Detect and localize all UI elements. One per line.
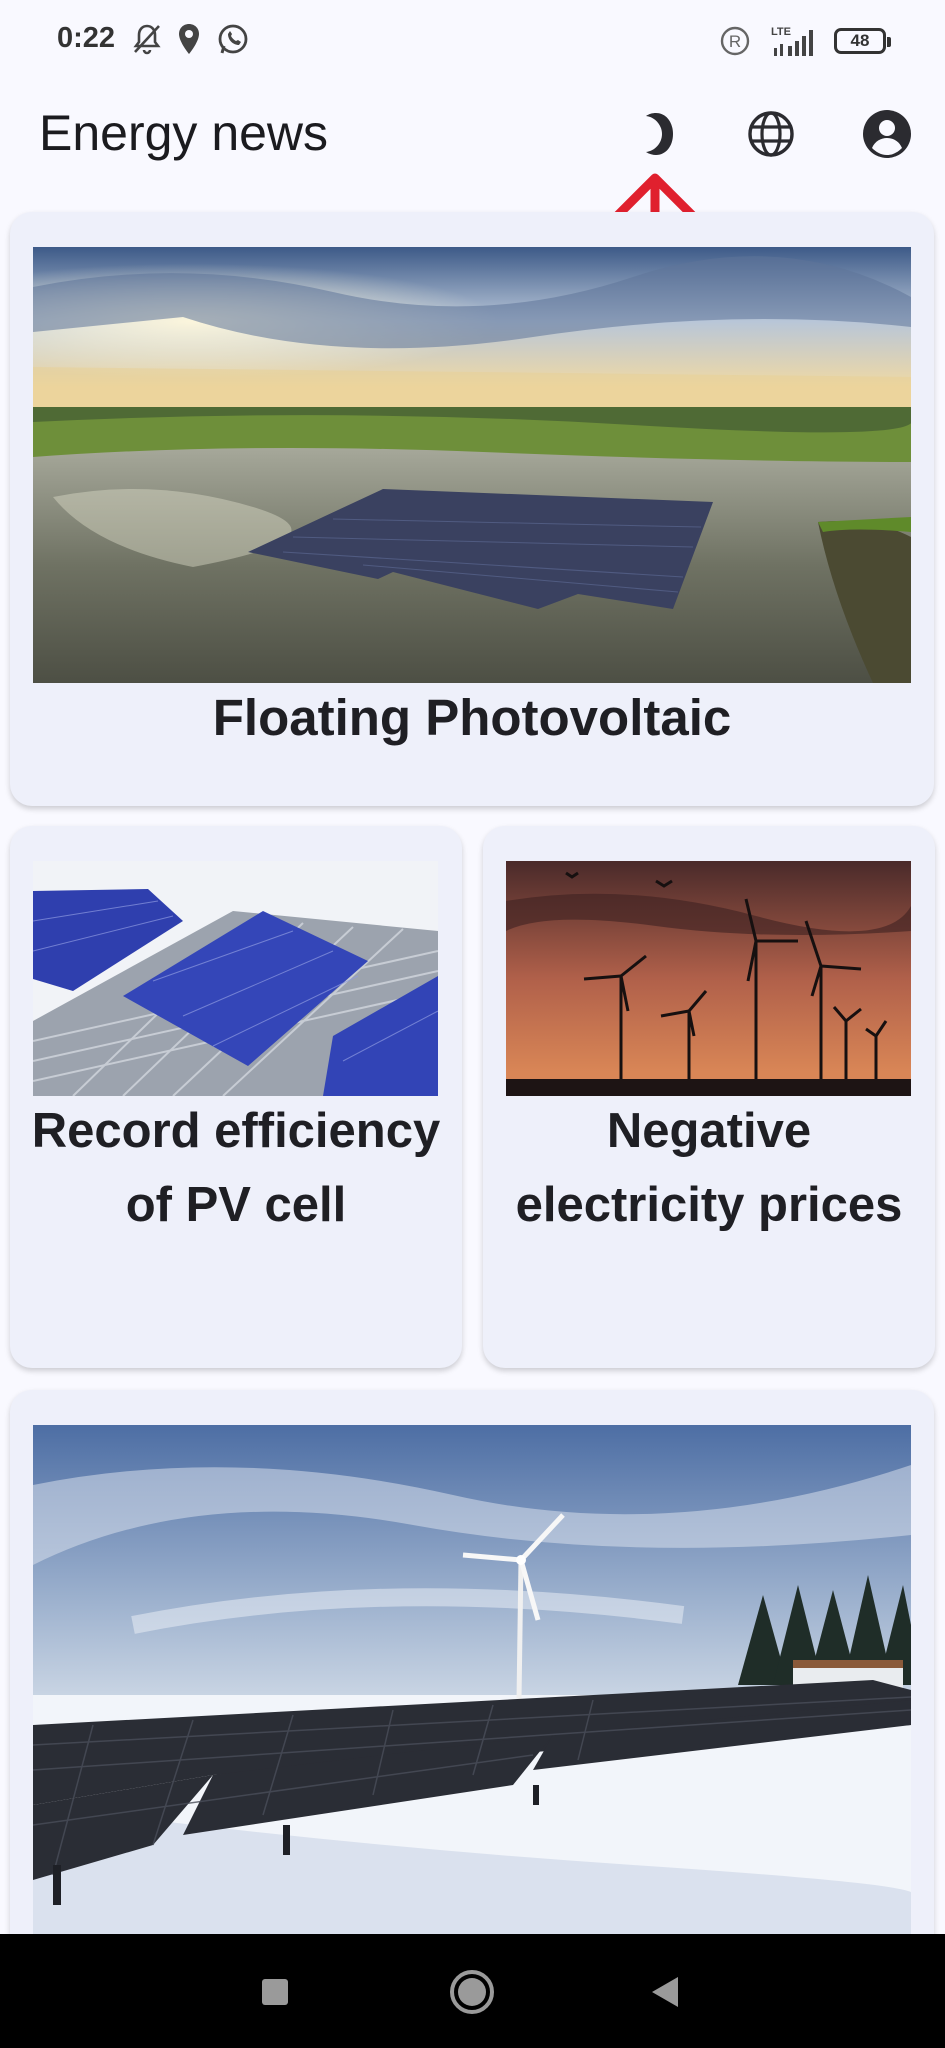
app-title: Energy news [39,105,329,161]
article-card-solar-park-snow[interactable] [10,1390,934,1990]
solar-park-snow-image [33,1425,911,1945]
article-image [506,861,911,1096]
recent-apps-square-icon [262,1979,288,2005]
article-title: Record efficiency of PV cell [31,1104,441,1232]
registered-icon: R [718,22,752,62]
home-button[interactable] [442,1962,502,2022]
signal-icon: LTE [770,24,822,64]
app-bar: Energy news [0,84,945,184]
bell-off-icon [131,22,163,62]
battery-icon: 48 [834,28,891,54]
account-icon [863,110,911,158]
recent-apps-button[interactable] [245,1962,305,2022]
back-button[interactable] [636,1962,696,2022]
language-button[interactable] [743,106,799,162]
article-image [33,1425,911,1945]
navigation-bar [0,1934,945,2048]
moon-icon [646,113,673,155]
article-title: Floating Photovoltaic [212,689,732,746]
dark-mode-toggle-button[interactable] [628,106,684,162]
account-button[interactable] [859,106,915,162]
battery-level: 48 [850,31,870,50]
solar-cell-image [33,861,438,1096]
article-card-record-efficiency[interactable]: Record efficiency of PV cell [10,826,462,1368]
home-circle-icon [450,1970,494,2014]
svg-text:R: R [729,32,741,51]
back-triangle-icon [652,1977,678,2007]
article-card-floating-pv[interactable]: Floating Photovoltaic [10,212,934,806]
article-image [33,861,438,1096]
whatsapp-icon [215,22,251,62]
location-pin-icon [176,22,202,62]
article-title: Negative electricity prices [515,1104,903,1232]
network-type-label: LTE [771,26,791,38]
globe-icon [748,111,794,157]
status-time: 0:22 [57,22,116,54]
status-bar: 0:22 R LTE 48 [0,0,945,84]
floating-solar-image [33,247,911,683]
wind-turbines-sunset-image [506,861,911,1096]
article-card-negative-prices[interactable]: Negative electricity prices [483,826,935,1368]
article-image [33,247,911,683]
